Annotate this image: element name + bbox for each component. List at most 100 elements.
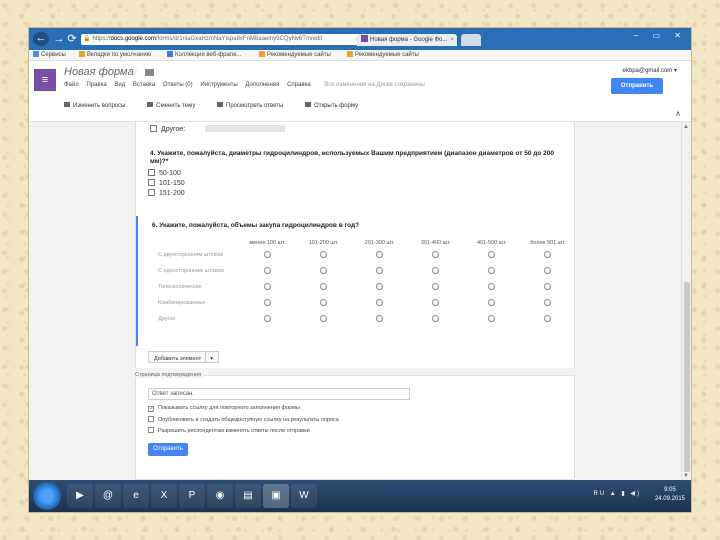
word-icon[interactable]: W [291, 484, 317, 508]
scroll-up-icon[interactable]: ▲ [683, 124, 689, 130]
edit-questions-button[interactable]: Изменить вопросы [64, 102, 135, 109]
bookmark-item[interactable]: Рекомендуемые сайты [259, 50, 331, 61]
view-responses-button[interactable]: Просмотреть ответы [217, 102, 293, 109]
menu-insert[interactable]: Вставка [133, 82, 155, 88]
collapse-chevron-icon[interactable]: ∧ [675, 109, 681, 118]
radio-button[interactable] [376, 314, 384, 322]
excel-icon[interactable]: X [151, 484, 177, 508]
radio-button[interactable] [544, 298, 552, 306]
radio-button[interactable] [263, 282, 271, 290]
checkbox[interactable] [148, 189, 155, 196]
new-tab-button[interactable] [461, 34, 481, 46]
q4-option[interactable]: 151-200 [148, 189, 185, 199]
radio-button[interactable] [432, 250, 440, 258]
other-input[interactable] [205, 125, 286, 132]
q3-other-option[interactable]: Другое: [150, 125, 286, 133]
menu-file[interactable]: Файл [64, 82, 79, 88]
q4-option[interactable]: 50-100 [148, 169, 185, 179]
radio-button[interactable] [488, 314, 496, 322]
add-element-button[interactable]: Добавить элемент ▾ [148, 351, 219, 363]
menu-addons[interactable]: Дополнения [245, 82, 279, 88]
radio-button[interactable] [544, 314, 552, 322]
back-arrow-icon[interactable]: ← [33, 32, 49, 46]
caret-down-icon[interactable]: ▾ [210, 356, 213, 362]
checkbox[interactable] [148, 169, 155, 176]
radio-button[interactable] [376, 282, 384, 290]
form-title[interactable]: Новая форма [64, 66, 134, 78]
media-player-icon[interactable]: ▶ [67, 484, 93, 508]
radio-button[interactable] [376, 266, 384, 274]
confirm-option-edit[interactable]: Разрешить респондентам изменять ответы п… [148, 427, 310, 434]
radio-button[interactable] [544, 266, 552, 274]
radio-button[interactable] [320, 314, 327, 322]
star-icon[interactable]: ☆ [129, 67, 138, 78]
ie-icon[interactable]: e [123, 484, 149, 508]
checkbox-checked[interactable]: ✓ [148, 406, 154, 412]
radio-button[interactable] [488, 282, 496, 290]
radio-button[interactable] [263, 298, 271, 306]
radio-button[interactable] [263, 250, 271, 258]
chrome-icon[interactable]: ▣ [263, 484, 289, 508]
send-button[interactable]: Отправить [611, 78, 663, 94]
radio-button[interactable] [544, 282, 552, 290]
q4-option[interactable]: 101-150 [148, 179, 185, 189]
explorer-icon[interactable]: ▤ [235, 484, 261, 508]
radio-button[interactable] [263, 266, 271, 274]
radio-button[interactable] [488, 250, 496, 258]
menu-responses[interactable]: Ответы (0) [163, 82, 193, 88]
scrollbar[interactable]: ▲ ▼ [681, 122, 691, 480]
folder-icon[interactable] [145, 69, 154, 76]
confirm-option-resubmit[interactable]: ✓ Показывать ссылку для повторного заполн… [148, 405, 300, 412]
radio-button[interactable] [320, 282, 327, 290]
tab-close-icon[interactable]: × [450, 37, 454, 43]
checkbox[interactable] [148, 416, 154, 422]
powerpoint-icon[interactable]: P [179, 484, 205, 508]
radio-button[interactable] [263, 314, 271, 322]
folder-icon [347, 51, 353, 57]
open-form-button[interactable]: Открыть форму [305, 102, 368, 109]
window-controls[interactable]: – ▭ ✕ [634, 31, 687, 40]
radio-button[interactable] [376, 298, 384, 306]
menu-help[interactable]: Справка [287, 82, 311, 88]
radio-button[interactable] [320, 250, 327, 258]
start-button-icon[interactable] [33, 482, 61, 510]
radio-button[interactable] [488, 298, 496, 306]
radio-button[interactable] [320, 266, 327, 274]
forms-app-icon[interactable]: ≡ [34, 69, 56, 91]
bookmark-item[interactable]: Коллекция веб-фрагм... [167, 50, 241, 61]
radio-button[interactable] [432, 266, 440, 274]
scroll-down-icon[interactable]: ▼ [683, 473, 689, 479]
firefox-icon[interactable]: ◉ [207, 484, 233, 508]
q6-block[interactable]: 6. Укажите, пожалуйста, объемы закупа ги… [136, 216, 576, 346]
scroll-thumb[interactable] [684, 282, 690, 472]
reload-icon[interactable]: ⟳ [65, 33, 79, 45]
forward-arrow-icon[interactable]: → [52, 33, 66, 45]
user-account[interactable]: ekbpa@gmail.com ▾ [623, 67, 677, 74]
bookmark-item[interactable]: Сервисы [33, 50, 66, 61]
radio-button[interactable] [544, 250, 552, 258]
clock[interactable]: 9:05 24.09.2015 [655, 486, 685, 504]
tab-forms[interactable]: Новая форма - Google Фо... × [357, 34, 457, 46]
bookmark-item[interactable]: Вкладки по умолчанию [79, 50, 151, 61]
mail-icon[interactable]: @ [95, 484, 121, 508]
system-tray[interactable]: RU ▲ ▮ ◀) [593, 490, 641, 497]
radio-button[interactable] [320, 298, 327, 306]
bookmark-item[interactable]: Рекомендуемые сайты [347, 50, 419, 61]
checkbox[interactable] [148, 427, 154, 433]
radio-button[interactable] [432, 314, 440, 322]
checkbox[interactable] [148, 179, 155, 186]
address-bar[interactable]: 🔒 https://docs.google.com/forms/d/1nlaGxa… [81, 34, 363, 45]
radio-button[interactable] [432, 298, 440, 306]
confirm-option-publish[interactable]: Опубликовать и создать общедоступную ссы… [148, 416, 339, 423]
change-theme-button[interactable]: Сменить тему [147, 102, 205, 109]
radio-button[interactable] [432, 282, 440, 290]
menu-edit[interactable]: Правка [86, 82, 106, 88]
send-form-button[interactable]: Отправить [148, 443, 188, 456]
menu-view[interactable]: Вид [114, 82, 125, 88]
checkbox[interactable] [150, 125, 157, 132]
menu-tools[interactable]: Инструменты [200, 82, 237, 88]
radio-button[interactable] [488, 266, 496, 274]
grid-row: Другое [158, 311, 576, 327]
confirmation-message-input[interactable]: Ответ записан. [148, 388, 410, 400]
radio-button[interactable] [376, 250, 384, 258]
